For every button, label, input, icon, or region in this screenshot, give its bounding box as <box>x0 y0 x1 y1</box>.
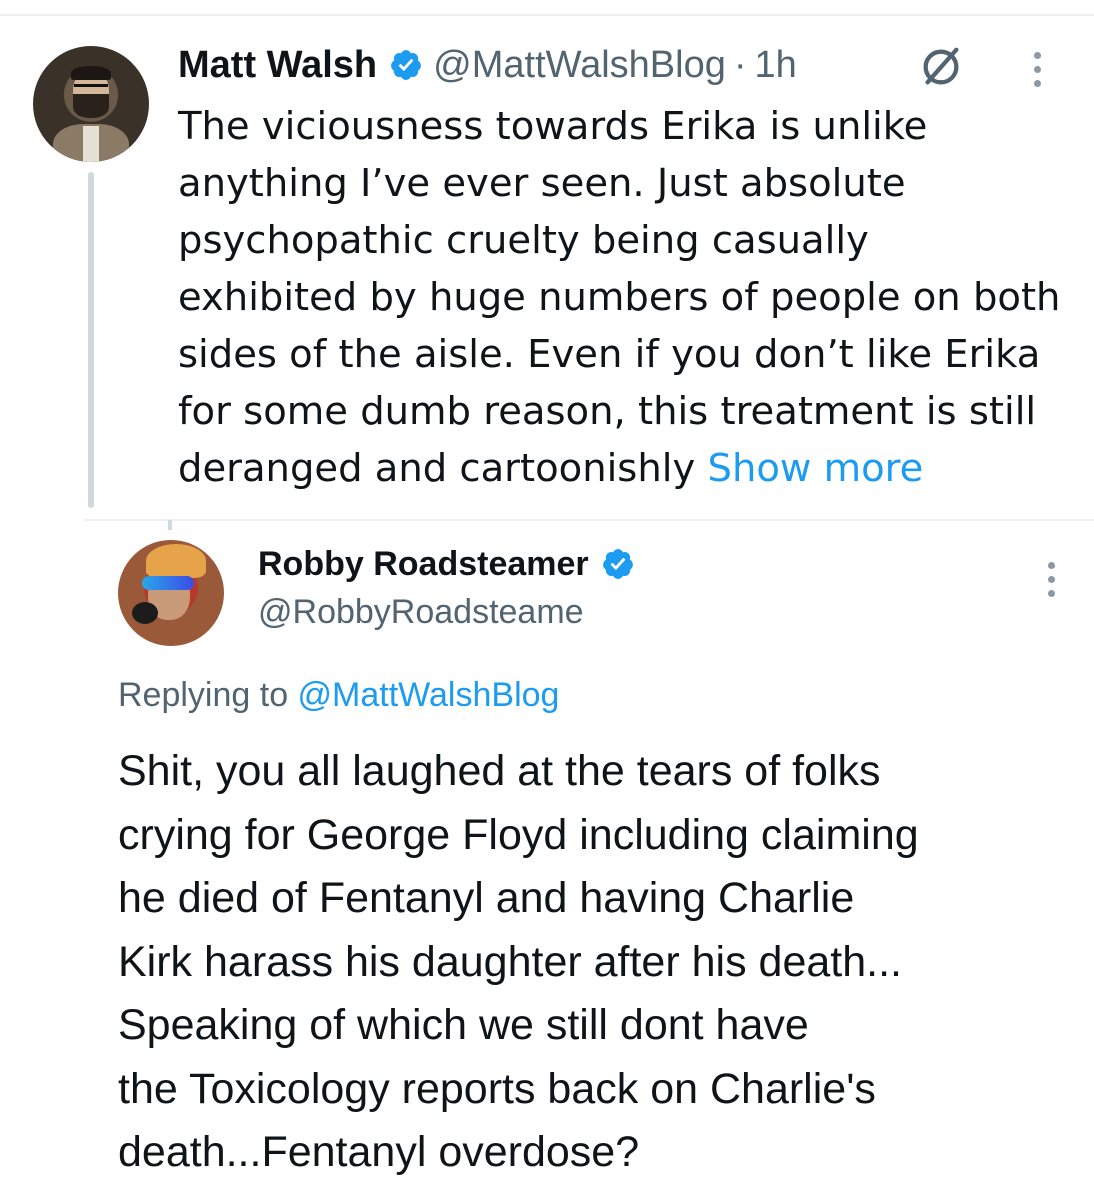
avatar-hair <box>71 66 111 80</box>
verified-badge-icon <box>391 50 422 80</box>
tweet-body: The viciousness towards Erika is unlike … <box>178 104 1061 491</box>
reply-avatar-sunglasses <box>142 576 194 590</box>
show-more-link[interactable]: Show more <box>708 446 924 491</box>
thread-line <box>88 172 94 508</box>
reply-avatar-microphone <box>132 602 158 624</box>
avatar-shirt-inner <box>83 126 99 162</box>
reply-text: Shit, you all laughed at the tears of fo… <box>118 747 919 1176</box>
avatar[interactable] <box>33 46 149 162</box>
reply-avatar[interactable] <box>118 540 224 646</box>
avatar-glasses <box>74 84 108 95</box>
tweet-time[interactable]: 1h <box>755 40 797 90</box>
replying-prefix: Replying to <box>118 676 298 714</box>
replying-to-link[interactable]: @MattWalshBlog <box>298 676 560 714</box>
reply-avatar-hat <box>146 544 206 578</box>
thread-tick <box>168 520 172 530</box>
more-options-icon[interactable] <box>1030 52 1044 94</box>
tweet-text: The viciousness towards Erika is unlike … <box>178 98 1078 497</box>
reply-header: Robby Roadsteamer <box>258 542 645 586</box>
replying-to: Replying to @MattWalshBlog <box>118 672 559 718</box>
reply-author-handle[interactable]: @RobbyRoadsteame <box>258 590 584 634</box>
grok-icon[interactable] <box>918 44 964 90</box>
tweet-header: Matt Walsh @MattWalshBlog · 1h <box>178 40 797 90</box>
avatar-beard <box>73 94 109 118</box>
author-name[interactable]: Matt Walsh <box>178 40 377 90</box>
verified-badge-icon <box>602 549 633 579</box>
original-tweet[interactable]: Matt Walsh @MattWalshBlog · 1h The vicio… <box>0 0 1094 520</box>
reply-author-name[interactable]: Robby Roadsteamer <box>258 542 589 586</box>
author-handle[interactable]: @MattWalshBlog <box>433 40 726 90</box>
section-divider <box>84 519 1094 521</box>
more-options-icon[interactable] <box>1044 562 1058 604</box>
separator-dot: · <box>733 44 747 86</box>
